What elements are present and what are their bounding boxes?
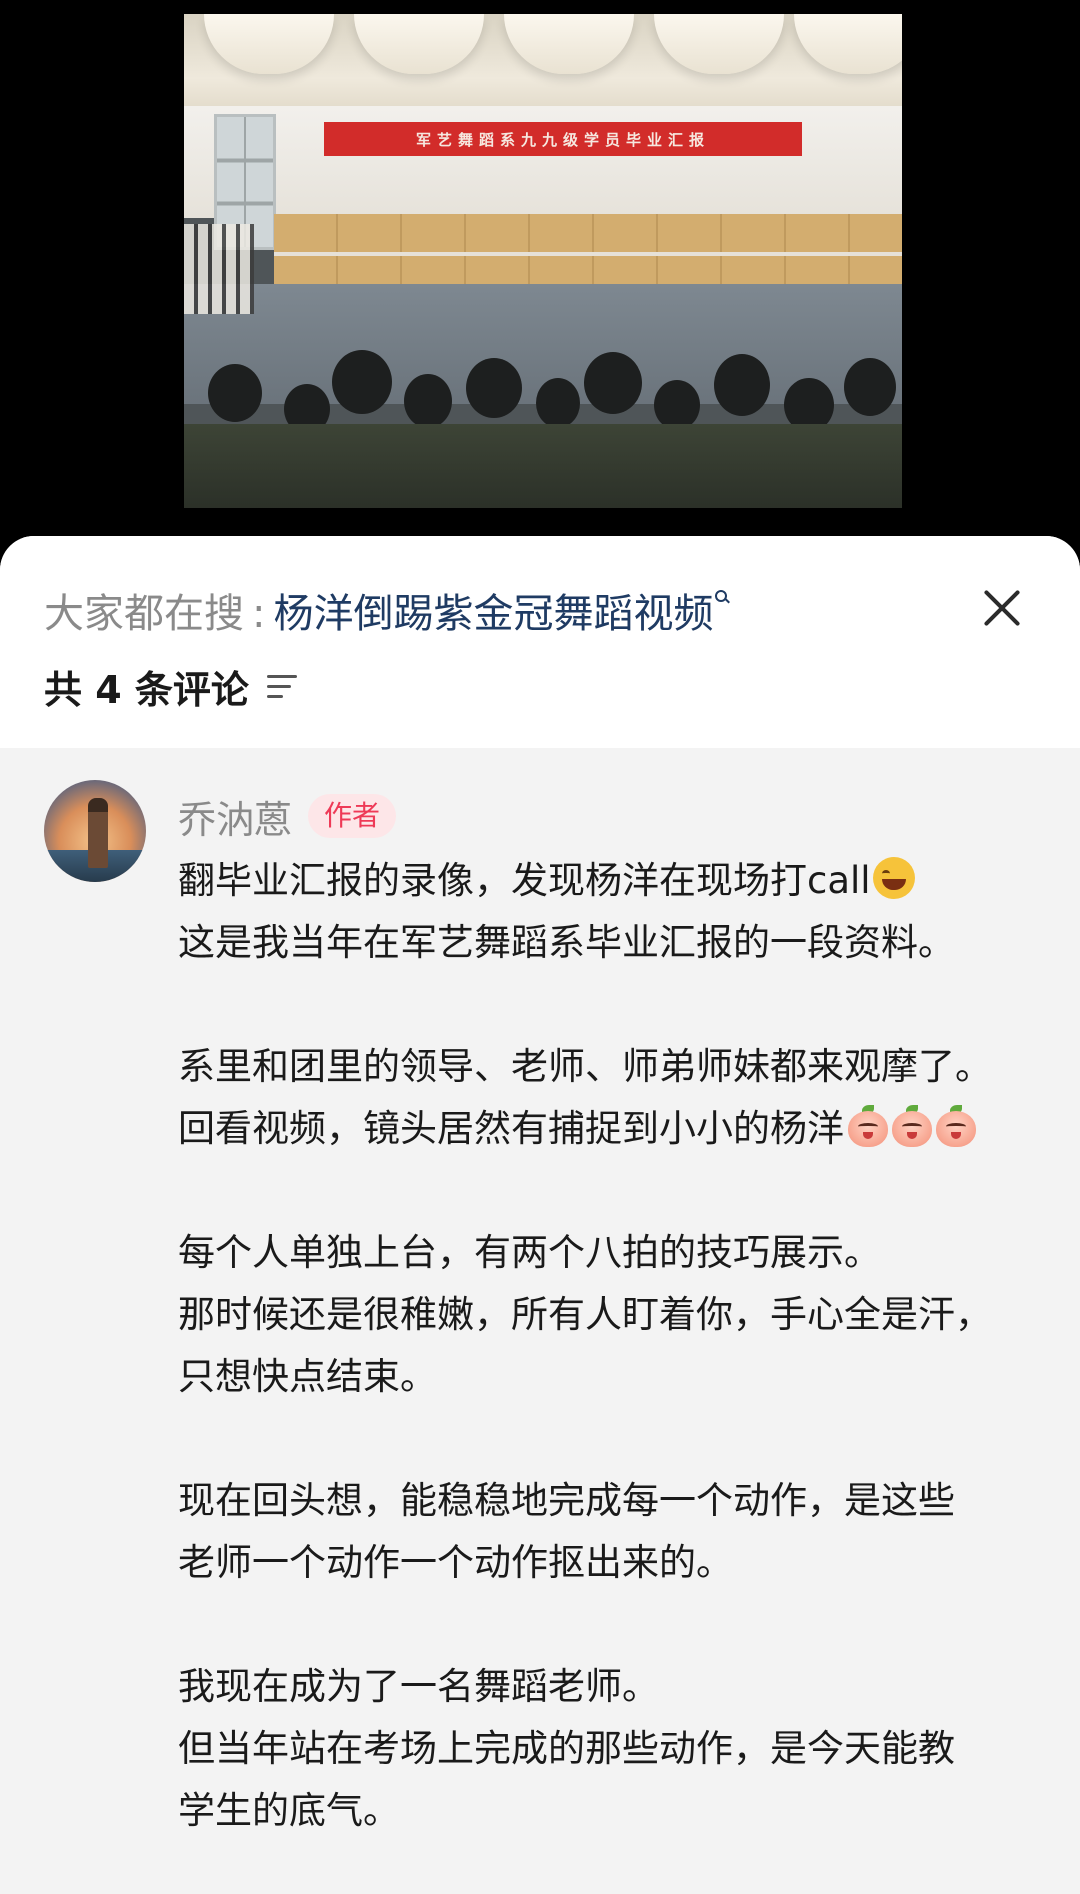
- comment-paragraph: 系里和团里的领导、老师、师弟师妹都来观摩了。 回看视频，镜头居然有捕捉到小小的杨…: [178, 1036, 1048, 1160]
- peach-emoji-icon: [892, 1105, 932, 1147]
- video-barre: [274, 252, 902, 256]
- search-icon: [715, 590, 729, 604]
- search-suggestion-separator: :: [252, 591, 266, 637]
- peach-emoji-icon: [848, 1105, 888, 1147]
- comment-line: 但当年站在考场上完成的那些动作，是今天能教: [178, 1727, 955, 1770]
- comment-line: 系里和团里的领导、老师、师弟师妹都来观摩了。: [178, 1045, 992, 1088]
- comment-line: 这是我当年在军艺舞蹈系毕业汇报的一段资料。: [178, 921, 955, 964]
- author-badge: 作者: [308, 794, 397, 838]
- sort-button[interactable]: [266, 671, 301, 701]
- comment-line: 老师一个动作一个动作抠出来的。: [178, 1541, 733, 1584]
- comment-paragraph: 每个人单独上台，有两个八拍的技巧展示。 那时候还是很稚嫩，所有人盯着你，手心全是…: [178, 1222, 1048, 1408]
- comment-count: 共 4 条评论: [44, 667, 249, 712]
- comment-line: 我现在成为了一名舞蹈老师。: [178, 1665, 659, 1708]
- comment-text[interactable]: 翻毕业汇报的录像，发现杨洋在现场打call 这是我当年在军艺舞蹈系毕业汇报的一段…: [178, 850, 1048, 1842]
- comment-line: 翻毕业汇报的录像，发现杨洋在现场打call: [178, 850, 1048, 912]
- close-button[interactable]: [974, 580, 1030, 636]
- comment-paragraph: 翻毕业汇报的录像，发现杨洋在现场打call 这是我当年在军艺舞蹈系毕业汇报的一段…: [178, 850, 1048, 974]
- comment-author-row: 乔汭蒽 作者: [178, 792, 397, 842]
- video-audience-shoulders: [184, 424, 902, 508]
- comment-sheet: 大家都在搜: 杨洋倒踢紫金冠舞蹈视频 共 4 条评论 乔汭蒽 作者 翻毕业汇报的…: [0, 536, 1080, 1894]
- comment-sheet-header: 大家都在搜: 杨洋倒踢紫金冠舞蹈视频 共 4 条评论: [0, 536, 1080, 748]
- comment-line: 回看视频，镜头居然有捕捉到小小的杨洋: [178, 1098, 1048, 1160]
- peach-emoji-icon: [936, 1105, 976, 1147]
- screen: 军艺舞蹈系九九级学员毕业汇报 大家都在搜: 杨洋倒踢紫金冠舞蹈视频 共 4 条评…: [0, 0, 1080, 1894]
- video-player[interactable]: 军艺舞蹈系九九级学员毕业汇报: [0, 0, 1080, 560]
- sort-icon: [266, 671, 301, 701]
- avatar[interactable]: [44, 780, 146, 882]
- laughing-emoji-icon: [872, 857, 915, 899]
- video-banner: 军艺舞蹈系九九级学员毕业汇报: [324, 122, 802, 156]
- comment-line: 现在回头想，能稳稳地完成每一个动作，是这些: [178, 1479, 955, 1522]
- comment-author-name[interactable]: 乔汭蒽: [178, 789, 292, 844]
- comment-paragraph: 现在回头想，能稳稳地完成每一个动作，是这些 老师一个动作一个动作抠出来的。: [178, 1470, 1048, 1594]
- search-suggestion[interactable]: 大家都在搜: 杨洋倒踢紫金冠舞蹈视频: [44, 586, 729, 642]
- comment-list: 乔汭蒽 作者 翻毕业汇报的录像，发现杨洋在现场打call 这是我当年在军艺舞蹈系…: [0, 748, 1080, 1894]
- search-suggestion-prefix: 大家都在搜: [44, 591, 244, 637]
- comment-count-row: 共 4 条评论: [44, 658, 301, 714]
- close-icon: [974, 580, 1030, 636]
- comment-line: 学生的底气。: [178, 1789, 400, 1832]
- video-dancers: [184, 224, 254, 314]
- comment-line: 每个人单独上台，有两个八拍的技巧展示。: [178, 1231, 881, 1274]
- search-suggestion-term[interactable]: 杨洋倒踢紫金冠舞蹈视频: [273, 591, 713, 637]
- comment-line: 那时候还是很稚嫩，所有人盯着你，手心全是汗，: [178, 1293, 992, 1336]
- comment-line: 只想快点结束。: [178, 1355, 437, 1398]
- comment-paragraph: 我现在成为了一名舞蹈老师。 但当年站在考场上完成的那些动作，是今天能教 学生的底…: [178, 1656, 1048, 1842]
- video-frame[interactable]: 军艺舞蹈系九九级学员毕业汇报: [184, 14, 902, 508]
